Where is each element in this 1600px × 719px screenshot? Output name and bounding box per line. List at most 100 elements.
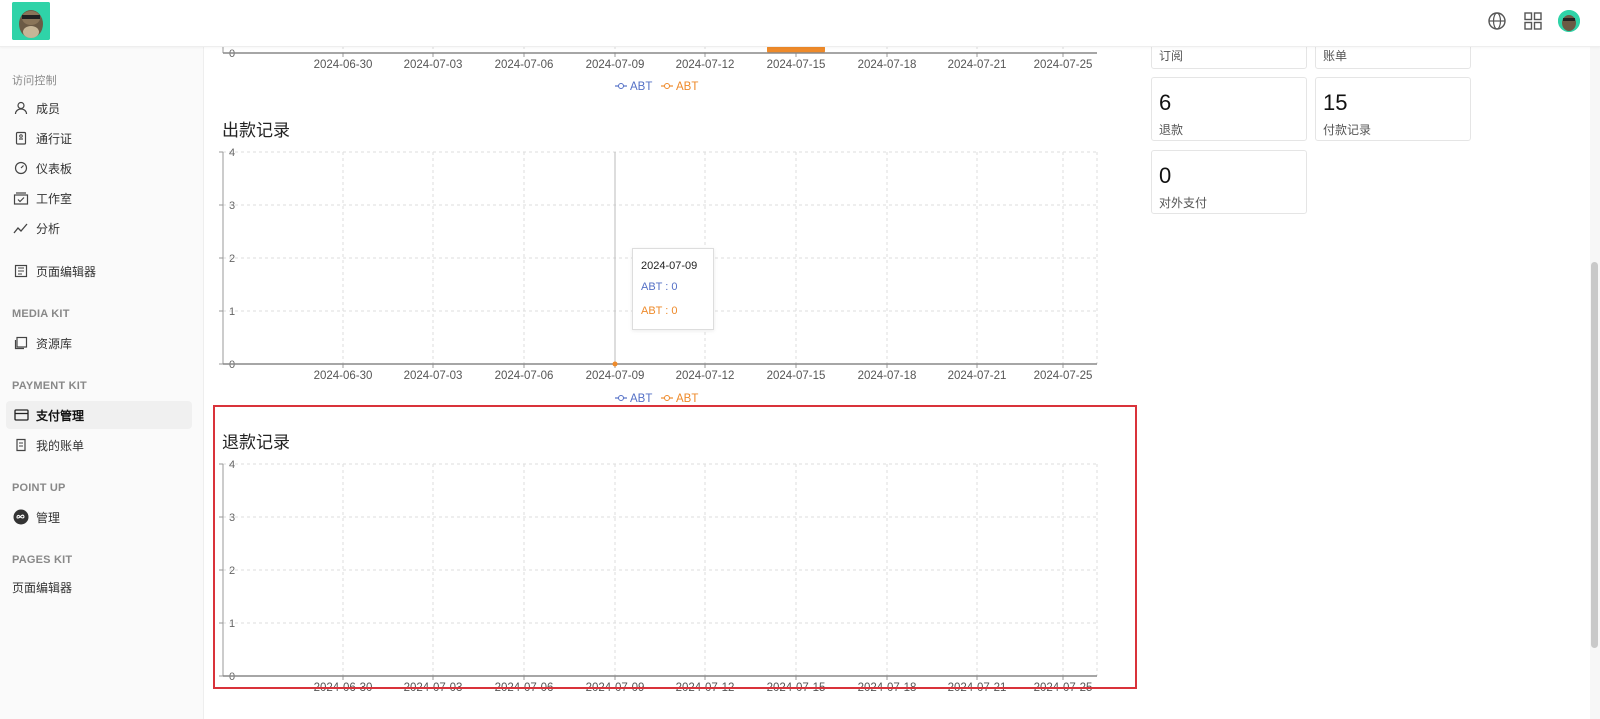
tooltip-series-b: ABT : 0 bbox=[641, 305, 678, 317]
sidebar-item-label: 仪表板 bbox=[36, 161, 73, 176]
top-bar bbox=[0, 0, 1600, 47]
x-tick-label: 2024-07-12 bbox=[676, 370, 735, 382]
legend-marker bbox=[618, 83, 624, 89]
x-tick-label: 2024-07-06 bbox=[495, 370, 554, 382]
x-tick-label: 2024-07-15 bbox=[767, 370, 826, 382]
sidebar-item-label: 资源库 bbox=[36, 336, 73, 351]
sidebar: 访问控制 成员 通行证 仪表板 工作室 分析 页面编辑器 MEDIA KIT 资… bbox=[0, 46, 204, 719]
chart-partial-top: 0 2024-06-30 2024-07-03 2024-07-06 2024-07-0… bbox=[222, 46, 1097, 93]
y-tick-label: 1 bbox=[229, 618, 235, 630]
legend-label: ABT bbox=[676, 81, 698, 93]
y-tick-label: 2 bbox=[229, 565, 235, 577]
pass-icon bbox=[12, 129, 30, 147]
legend-label: ABT bbox=[630, 81, 652, 93]
y-tick-label: 4 bbox=[229, 459, 235, 471]
sidebar-item-label: 分析 bbox=[36, 221, 61, 236]
stat-label: 对外支付 bbox=[1159, 196, 1208, 210]
sidebar-item-my-bills[interactable]: 我的账单 bbox=[6, 431, 192, 459]
x-tick-label: 2024-06-30 bbox=[314, 682, 373, 694]
y-tick-label: 3 bbox=[229, 200, 235, 212]
x-tick-label: 2024-07-25 bbox=[1034, 682, 1093, 694]
sidebar-item-pass[interactable]: 通行证 bbox=[6, 124, 192, 152]
scrollbar-thumb[interactable] bbox=[1591, 262, 1598, 648]
tooltip-series-a: ABT : 0 bbox=[641, 281, 678, 293]
user-avatar[interactable] bbox=[1558, 10, 1580, 32]
section-pages-kit: PAGES KIT bbox=[12, 554, 73, 566]
stat-value: 0 bbox=[1159, 163, 1172, 188]
x-tick-label: 2024-07-03 bbox=[404, 370, 463, 382]
sidebar-item-members[interactable]: 成员 bbox=[6, 94, 192, 122]
legend-marker bbox=[664, 395, 670, 401]
analytics-icon bbox=[12, 219, 30, 237]
page-editor-icon bbox=[12, 262, 30, 280]
gauge-icon bbox=[12, 159, 30, 177]
stat-card-payment-records[interactable]: 15 付款记录 bbox=[1315, 77, 1471, 141]
x-tick-label: 2024-07-15 bbox=[767, 682, 826, 694]
chart-tooltip: 2024-07-09 ABT : 0 ABT : 0 bbox=[632, 248, 714, 330]
x-tick-label: 2024-07-09 bbox=[586, 370, 645, 382]
y-tick-label: 2 bbox=[229, 253, 235, 265]
x-tick-label: 2024-07-06 bbox=[495, 59, 554, 71]
tooltip-date: 2024-07-09 bbox=[641, 260, 698, 272]
legend-label: ABT bbox=[676, 393, 698, 405]
sidebar-item-page-editor[interactable]: 页面编辑器 bbox=[6, 257, 192, 285]
stat-label: 订阅 bbox=[1159, 49, 1184, 63]
hover-point bbox=[612, 361, 618, 367]
sidebar-item-payment-management[interactable]: 支付管理 bbox=[6, 401, 192, 429]
stat-card-refunds[interactable]: 6 退款 bbox=[1151, 77, 1307, 141]
sidebar-item-label: 成员 bbox=[36, 101, 61, 116]
sidebar-item-dashboard[interactable]: 仪表板 bbox=[6, 154, 192, 182]
x-tick-label: 2024-06-30 bbox=[314, 370, 373, 382]
y-tick-label: 3 bbox=[229, 512, 235, 524]
chart-title-payouts: 出款记录 bbox=[222, 121, 290, 140]
bill-icon bbox=[12, 436, 30, 454]
stat-card-external-payments[interactable]: 0 对外支付 bbox=[1151, 150, 1307, 214]
globe-icon[interactable] bbox=[1486, 10, 1508, 32]
x-tick-label: 2024-07-06 bbox=[495, 682, 554, 694]
app-logo[interactable] bbox=[12, 2, 50, 40]
x-tick-label: 2024-07-18 bbox=[858, 370, 917, 382]
x-tick-label: 2024-07-09 bbox=[586, 59, 645, 71]
x-tick-label: 2024-07-03 bbox=[404, 682, 463, 694]
x-tick-label: 2024-07-18 bbox=[858, 59, 917, 71]
legend-marker bbox=[664, 83, 670, 89]
section-media-kit: MEDIA KIT bbox=[12, 308, 70, 320]
x-tick-label: 2024-07-09 bbox=[586, 682, 645, 694]
sidebar-item-label: 支付管理 bbox=[36, 408, 85, 423]
x-tick-label: 2024-07-03 bbox=[404, 59, 463, 71]
sidebar-item-pages-editor[interactable]: 页面编辑器 bbox=[6, 573, 198, 601]
y-tick-label: 0 bbox=[229, 671, 235, 683]
chart-title-refunds: 退款记录 bbox=[222, 433, 290, 452]
sidebar-item-label: 管理 bbox=[36, 510, 61, 525]
sidebar-item-studio[interactable]: 工作室 bbox=[6, 184, 192, 212]
y-tick-label: 4 bbox=[229, 147, 235, 159]
sidebar-item-library[interactable]: 资源库 bbox=[6, 329, 192, 357]
section-access-control: 访问控制 bbox=[12, 75, 57, 87]
stat-label: 账单 bbox=[1323, 49, 1348, 63]
x-tick-label: 2024-07-21 bbox=[948, 682, 1007, 694]
x-tick-label: 2024-07-21 bbox=[948, 370, 1007, 382]
sidebar-item-analytics[interactable]: 分析 bbox=[6, 214, 192, 242]
x-tick-label: 2024-07-21 bbox=[948, 59, 1007, 71]
studio-icon bbox=[12, 189, 30, 207]
x-tick-label: 2024-07-15 bbox=[767, 59, 826, 71]
legend-label: ABT bbox=[630, 393, 652, 405]
library-icon bbox=[12, 334, 30, 352]
sidebar-item-label: 我的账单 bbox=[36, 438, 85, 453]
apps-grid-icon[interactable] bbox=[1522, 10, 1544, 32]
x-tick-label: 2024-07-12 bbox=[676, 59, 735, 71]
sidebar-item-manage[interactable]: 管理 bbox=[6, 503, 192, 531]
sidebar-item-label: 页面编辑器 bbox=[36, 264, 97, 279]
chart-refund-records: 0 1 2 3 4 2024-06-30 2024-07-03 2024-07-06 2024-… bbox=[219, 459, 1098, 694]
bar-mark bbox=[767, 46, 825, 53]
section-point-up: POINT UP bbox=[12, 482, 66, 494]
sidebar-item-label: 工作室 bbox=[36, 191, 73, 206]
stat-label: 付款记录 bbox=[1323, 123, 1372, 137]
x-tick-label: 2024-07-25 bbox=[1034, 370, 1093, 382]
sidebar-item-label: 通行证 bbox=[36, 131, 73, 146]
stat-value: 6 bbox=[1159, 90, 1172, 115]
card-icon bbox=[12, 406, 30, 424]
x-tick-label: 2024-07-25 bbox=[1034, 59, 1093, 71]
y-tick-label: 0 bbox=[229, 48, 235, 60]
infinity-icon bbox=[12, 508, 30, 526]
